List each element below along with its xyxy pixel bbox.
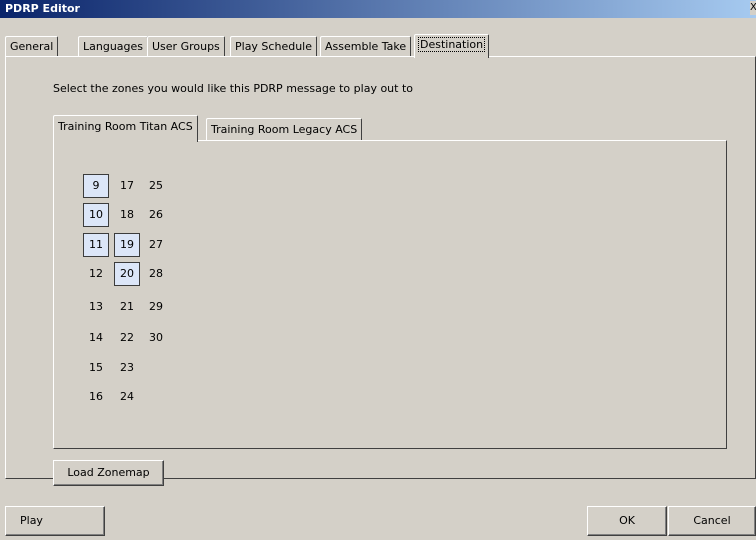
tab-user-groups[interactable]: User Groups bbox=[147, 36, 225, 57]
tab-languages[interactable]: Languages bbox=[78, 36, 149, 57]
zone-17[interactable]: 17 bbox=[114, 174, 140, 198]
title-bar[interactable]: PDRP Editor X bbox=[0, 0, 756, 18]
tab-general-label: General bbox=[10, 40, 54, 53]
zone-20[interactable]: 20 bbox=[114, 262, 140, 286]
zone-9[interactable]: 9 bbox=[83, 174, 109, 198]
zone-16[interactable]: 16 bbox=[83, 385, 109, 409]
zone-26[interactable]: 26 bbox=[143, 203, 169, 227]
zone-29[interactable]: 29 bbox=[143, 295, 169, 319]
tab-assemble-take[interactable]: Assemble Take bbox=[320, 36, 412, 57]
zone-23[interactable]: 23 bbox=[114, 356, 140, 380]
window-title: PDRP Editor bbox=[5, 2, 80, 15]
zone-30[interactable]: 30 bbox=[143, 326, 169, 350]
zone-22[interactable]: 22 bbox=[114, 326, 140, 350]
subtab-training-room-legacy-acs[interactable]: Training Room Legacy ACS bbox=[206, 118, 363, 141]
zone-11[interactable]: 11 bbox=[83, 233, 109, 257]
pdrp-editor-window: PDRP Editor X General Languages User Gro… bbox=[0, 0, 756, 540]
zone-10[interactable]: 10 bbox=[83, 203, 109, 227]
tab-play-schedule-label: Play Schedule bbox=[235, 40, 312, 53]
zone-25[interactable]: 25 bbox=[143, 174, 169, 198]
instruction-text: Select the zones you would like this PDR… bbox=[53, 82, 414, 95]
subtab-legacy-label: Training Room Legacy ACS bbox=[211, 123, 358, 136]
subtab-titan-label: Training Room Titan ACS bbox=[58, 120, 193, 133]
ok-button[interactable]: OK bbox=[587, 506, 667, 536]
play-button[interactable]: Play bbox=[5, 506, 105, 536]
tab-assemble-take-label: Assemble Take bbox=[325, 40, 407, 53]
tab-user-groups-label: User Groups bbox=[152, 40, 220, 53]
tab-general[interactable]: General bbox=[5, 36, 59, 57]
load-zonemap-button[interactable]: Load Zonemap bbox=[53, 460, 164, 486]
cancel-button[interactable]: Cancel bbox=[668, 506, 756, 536]
zone-27[interactable]: 27 bbox=[143, 233, 169, 257]
zone-19[interactable]: 19 bbox=[114, 233, 140, 257]
tab-languages-label: Languages bbox=[83, 40, 144, 53]
subtab-training-room-titan-acs[interactable]: Training Room Titan ACS bbox=[53, 115, 198, 142]
zone-21[interactable]: 21 bbox=[114, 295, 140, 319]
tab-destination-label: Destination bbox=[417, 37, 486, 52]
tab-play-schedule[interactable]: Play Schedule bbox=[230, 36, 317, 57]
zone-14[interactable]: 14 bbox=[83, 326, 109, 350]
zone-13[interactable]: 13 bbox=[83, 295, 109, 319]
zone-12[interactable]: 12 bbox=[83, 262, 109, 286]
zone-24[interactable]: 24 bbox=[114, 385, 140, 409]
zone-28[interactable]: 28 bbox=[143, 262, 169, 286]
tab-destination[interactable]: Destination bbox=[414, 34, 490, 58]
close-icon[interactable]: X bbox=[750, 1, 756, 15]
zone-18[interactable]: 18 bbox=[114, 203, 140, 227]
zone-15[interactable]: 15 bbox=[83, 356, 109, 380]
